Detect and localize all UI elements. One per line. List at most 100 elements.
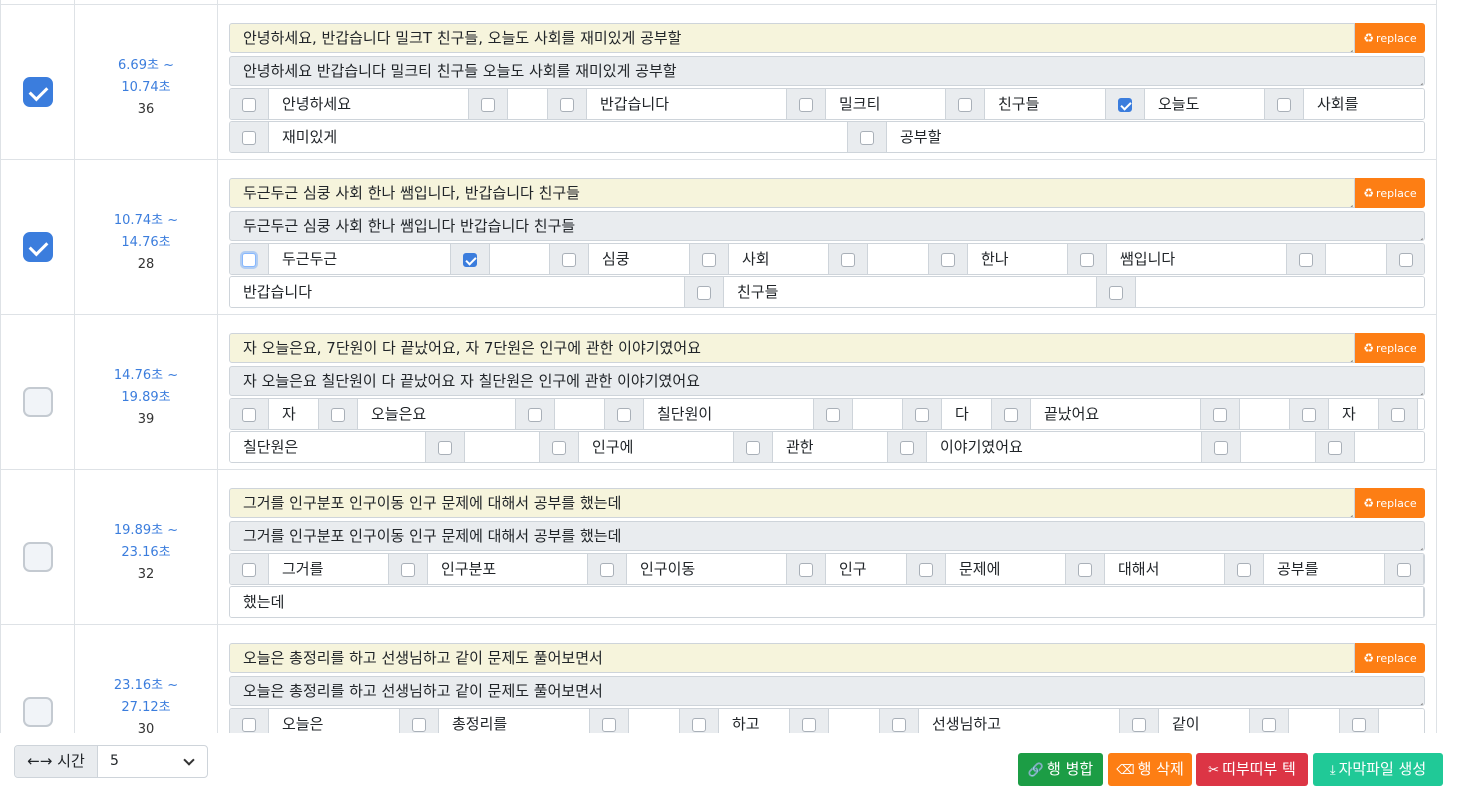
word-checkbox[interactable]: [1078, 563, 1092, 577]
word-checkbox[interactable]: [702, 253, 716, 267]
word-input[interactable]: 친구들: [985, 89, 1106, 119]
word-checkbox[interactable]: [802, 718, 816, 732]
word-input[interactable]: 사회: [729, 244, 829, 274]
resize-grip-icon[interactable]: [1345, 198, 1353, 206]
word-checkbox[interactable]: [1262, 718, 1276, 732]
edited-text-field[interactable]: 그거를 인구분포 인구이동 인구 문제에 대해서 공부를 했는데: [229, 521, 1425, 551]
word-input[interactable]: 공부를: [1264, 554, 1385, 584]
resize-grip-icon[interactable]: [1345, 663, 1353, 671]
word-input[interactable]: [1241, 432, 1316, 462]
word-checkbox[interactable]: [692, 718, 706, 732]
word-input[interactable]: 오늘은요: [358, 399, 516, 429]
resize-grip-icon[interactable]: [1345, 353, 1353, 361]
word-input[interactable]: 관한: [773, 432, 888, 462]
word-checkbox[interactable]: [463, 253, 477, 267]
word-input[interactable]: 하고: [719, 709, 790, 733]
resize-grip-icon[interactable]: [1345, 43, 1353, 51]
word-checkbox[interactable]: [1352, 718, 1366, 732]
word-checkbox[interactable]: [915, 408, 929, 422]
word-checkbox[interactable]: [1213, 408, 1227, 422]
word-checkbox[interactable]: [919, 563, 933, 577]
word-input[interactable]: 자: [1329, 399, 1379, 429]
word-checkbox[interactable]: [528, 408, 542, 422]
word-checkbox[interactable]: [242, 253, 256, 267]
word-checkbox[interactable]: [799, 563, 813, 577]
word-checkbox[interactable]: [401, 563, 415, 577]
row-select-checkbox[interactable]: [23, 542, 53, 572]
word-input[interactable]: 밀크티: [826, 89, 946, 119]
edited-text-field[interactable]: 오늘은 총정리를 하고 선생님하고 같이 문제도 풀어보면서: [229, 676, 1425, 706]
word-checkbox[interactable]: [841, 253, 855, 267]
word-input[interactable]: [829, 709, 880, 733]
source-text-field[interactable]: 그거를 인구분포 인구이동 인구 문제에 대해서 공부를 했는데: [229, 488, 1355, 518]
resize-grip-icon[interactable]: [1415, 76, 1423, 84]
word-checkbox[interactable]: [600, 563, 614, 577]
time-shift-select[interactable]: 5: [98, 746, 207, 777]
row-select-checkbox[interactable]: [23, 232, 53, 262]
delete-rows-button[interactable]: ⌫ 행 삭제: [1108, 753, 1192, 786]
word-input[interactable]: 재미있게: [269, 122, 848, 152]
word-input[interactable]: [490, 244, 550, 274]
word-input[interactable]: 칠단원은: [230, 432, 426, 462]
word-input[interactable]: 사회를: [1304, 89, 1424, 119]
word-checkbox[interactable]: [562, 253, 576, 267]
word-checkbox[interactable]: [1109, 286, 1123, 300]
word-checkbox[interactable]: [1080, 253, 1094, 267]
word-checkbox[interactable]: [1391, 408, 1405, 422]
word-input[interactable]: [1240, 399, 1290, 429]
row-select-checkbox[interactable]: [23, 77, 53, 107]
word-checkbox[interactable]: [242, 563, 256, 577]
word-checkbox[interactable]: [412, 718, 426, 732]
word-input[interactable]: [555, 399, 605, 429]
word-input[interactable]: [1289, 709, 1340, 733]
word-checkbox[interactable]: [1004, 408, 1018, 422]
word-input[interactable]: 그거를: [269, 554, 389, 584]
resize-grip-icon[interactable]: [1415, 541, 1423, 549]
word-checkbox[interactable]: [746, 441, 760, 455]
word-checkbox[interactable]: [1237, 563, 1251, 577]
word-checkbox[interactable]: [958, 98, 972, 112]
source-text-field[interactable]: 자 오늘은요, 7단원이 다 끝났어요, 자 7단원은 인구에 관한 이야기였어…: [229, 333, 1355, 363]
word-checkbox[interactable]: [1214, 441, 1228, 455]
word-checkbox[interactable]: [242, 408, 256, 422]
word-input[interactable]: 두근두근: [269, 244, 451, 274]
word-checkbox[interactable]: [331, 408, 345, 422]
word-checkbox[interactable]: [892, 718, 906, 732]
word-checkbox[interactable]: [242, 98, 256, 112]
resize-grip-icon[interactable]: [1415, 231, 1423, 239]
word-checkbox[interactable]: [826, 408, 840, 422]
word-checkbox[interactable]: [697, 286, 711, 300]
word-input[interactable]: [1136, 277, 1424, 307]
word-input[interactable]: 다: [942, 399, 992, 429]
word-input[interactable]: 자: [269, 399, 319, 429]
row-select-checkbox[interactable]: [23, 697, 53, 727]
word-checkbox[interactable]: [438, 441, 452, 455]
word-checkbox[interactable]: [242, 718, 256, 732]
word-input[interactable]: [1355, 432, 1424, 462]
word-input[interactable]: 인구이동: [627, 554, 787, 584]
word-input[interactable]: [1326, 244, 1387, 274]
word-input[interactable]: 쌤입니다: [1107, 244, 1287, 274]
resize-grip-icon[interactable]: [1415, 386, 1423, 394]
word-input[interactable]: 오늘도: [1145, 89, 1265, 119]
word-input[interactable]: 인구에: [579, 432, 734, 462]
source-text-field[interactable]: 두근두근 심쿵 사회 한나 쌤입니다, 반갑습니다 친구들: [229, 178, 1355, 208]
word-input[interactable]: [629, 709, 680, 733]
source-text-field[interactable]: 오늘은 총정리를 하고 선생님하고 같이 문제도 풀어보면서: [229, 643, 1355, 673]
resize-grip-icon[interactable]: [1415, 696, 1423, 704]
word-input[interactable]: 했는데: [230, 587, 1424, 617]
word-input[interactable]: 공부할: [887, 122, 1424, 152]
word-checkbox[interactable]: [1277, 98, 1291, 112]
word-input[interactable]: 친구들: [724, 277, 1097, 307]
resize-grip-icon[interactable]: [1345, 508, 1353, 516]
word-input[interactable]: 총정리를: [439, 709, 590, 733]
word-checkbox[interactable]: [602, 718, 616, 732]
replace-button[interactable]: ♻ replace: [1355, 333, 1425, 363]
beep-text-button[interactable]: ✂ 띠부띠부 텍: [1196, 753, 1308, 786]
word-input[interactable]: [465, 432, 540, 462]
edited-text-field[interactable]: 안녕하세요 반갑습니다 밀크티 친구들 오늘도 사회를 재미있게 공부할: [229, 56, 1425, 86]
word-checkbox[interactable]: [1132, 718, 1146, 732]
word-checkbox[interactable]: [560, 98, 574, 112]
row-select-checkbox[interactable]: [23, 387, 53, 417]
word-input[interactable]: 반갑습니다: [587, 89, 787, 119]
